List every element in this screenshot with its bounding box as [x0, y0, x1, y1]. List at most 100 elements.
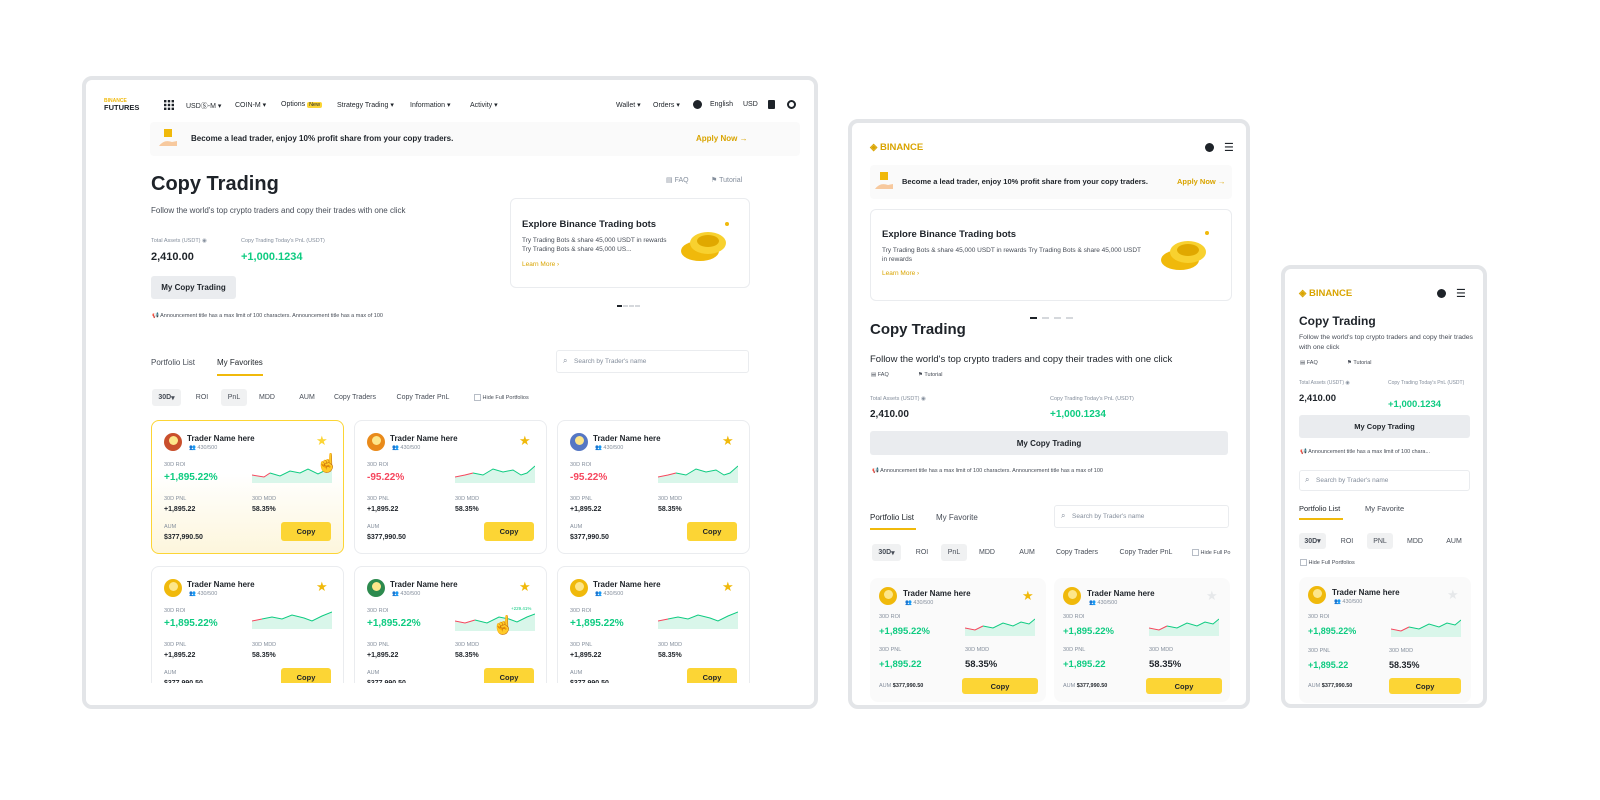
total-assets-label: Total Assets (USDT) ◉ — [1299, 380, 1350, 386]
filter-aum[interactable]: AUM — [1014, 544, 1040, 561]
nav-usdm[interactable]: USDⓈ-M ▾ — [186, 101, 221, 111]
tutorial-link[interactable]: ⚑ Tutorial — [1347, 360, 1372, 366]
copy-button[interactable]: Copy — [962, 678, 1038, 694]
tab-my-favorite[interactable]: My Favorite — [1365, 504, 1404, 513]
copy-button[interactable]: Copy — [484, 522, 534, 541]
binance-logo[interactable]: ◈ BINANCE — [1299, 288, 1352, 299]
search-input[interactable]: ⌕ Search by Trader's name — [556, 350, 749, 373]
trader-count: 👥 430/500 — [1089, 600, 1118, 606]
search-input[interactable]: ⌕ Search by Trader's name — [1299, 470, 1470, 491]
favorite-star-icon[interactable]: ★ — [1022, 588, 1034, 604]
hide-full-checkbox[interactable]: Hide Full Portfolios — [1300, 559, 1355, 566]
search-input[interactable]: ⌕ Search by Trader's name — [1054, 505, 1229, 528]
carousel-dots[interactable] — [1030, 306, 1074, 319]
user-icon[interactable] — [1205, 143, 1214, 152]
trader-card[interactable]: Trader Name here 👥 430/500 ★ 30D ROI +1,… — [151, 566, 344, 700]
filter-copy-traders[interactable]: Copy Traders — [328, 389, 382, 406]
copy-button[interactable]: Copy — [1146, 678, 1222, 694]
filter-mdd[interactable]: MDD — [974, 544, 1000, 561]
aum-value: $377,990.50 — [164, 534, 203, 541]
pnl-label: 30D PNL — [367, 642, 390, 648]
trader-card[interactable]: Trader Name here 👥 430/500 ★ 30D ROI +1,… — [151, 420, 344, 554]
favorite-star-icon[interactable]: ★ — [519, 433, 531, 449]
favorite-star-icon[interactable]: ★ — [1206, 588, 1218, 604]
filter-copy-trader-pnl[interactable]: Copy Trader PnL — [391, 389, 455, 406]
hide-full-checkbox[interactable]: Hide Full Portfolios — [474, 394, 529, 401]
trader-card[interactable]: Trader Name here 👥 430/500 ★ 30D ROI +1,… — [354, 566, 547, 700]
mdd-value: 58.35% — [252, 652, 276, 659]
my-copy-trading-button[interactable]: My Copy Trading — [1299, 415, 1470, 438]
nav-options[interactable]: Options New — [281, 101, 323, 108]
menu-icon[interactable]: ☰ — [1224, 141, 1234, 154]
nav-activity[interactable]: Activity ▾ — [470, 101, 498, 109]
nav-wallet[interactable]: Wallet ▾ — [616, 101, 641, 109]
trader-card[interactable]: Trader Name here 👥 430/500 ★ 30D ROI +1,… — [557, 566, 750, 700]
hide-full-checkbox[interactable]: Hide Full Po — [1192, 549, 1231, 556]
search-placeholder: Search by Trader's name — [1072, 513, 1145, 520]
filter-pnl[interactable]: PnL — [941, 544, 967, 561]
filter-copy-trader-pnl[interactable]: Copy Trader PnL — [1114, 544, 1178, 561]
filter-mdd[interactable]: MDD — [254, 389, 280, 406]
tab-portfolio-list[interactable]: Portfolio List — [870, 513, 914, 522]
apply-now-link[interactable]: Apply Now → — [696, 134, 748, 143]
filter-30d[interactable]: 30D ▾ — [1299, 533, 1326, 549]
filter-aum[interactable]: AUM — [294, 389, 320, 406]
filter-roi[interactable]: ROI — [909, 544, 935, 561]
trader-card[interactable]: Trader Name here 👥 430/500 ★ 30D ROI +1,… — [1299, 577, 1471, 703]
favorite-star-icon[interactable]: ★ — [316, 433, 328, 449]
filter-copy-traders[interactable]: Copy Traders — [1050, 544, 1104, 561]
filter-pnl[interactable]: PnL — [221, 389, 247, 406]
tab-portfolio-list[interactable]: Portfolio List — [151, 358, 195, 367]
favorite-star-icon[interactable]: ★ — [722, 433, 734, 449]
filter-30d[interactable]: 30D ▾ — [152, 389, 181, 406]
nav-orders[interactable]: Orders ▾ — [653, 101, 680, 109]
my-copy-trading-button[interactable]: My Copy Trading — [151, 276, 236, 299]
promo-card[interactable]: Explore Binance Trading bots Try Trading… — [510, 198, 750, 288]
nav-strategy[interactable]: Strategy Trading ▾ — [337, 101, 394, 109]
copy-button[interactable]: Copy — [281, 522, 331, 541]
user-icon[interactable] — [693, 100, 702, 109]
binance-logo[interactable]: ◈ BINANCE — [870, 142, 923, 153]
faq-link[interactable]: ▤ FAQ — [871, 372, 889, 378]
trader-card[interactable]: Trader Name here 👥 430/500 ★ 30D ROI -95… — [354, 420, 547, 554]
nav-currency[interactable]: USD — [743, 101, 758, 108]
nav-language[interactable]: English — [710, 101, 733, 108]
favorite-star-icon[interactable]: ★ — [1447, 587, 1459, 603]
faq-link[interactable]: ▤ FAQ — [1300, 360, 1318, 366]
trader-card[interactable]: Trader Name here 👥 430/500 ★ 30D ROI +1,… — [1054, 578, 1230, 702]
filter-30d[interactable]: 30D ▾ — [872, 544, 901, 561]
filter-aum[interactable]: AUM — [1441, 533, 1467, 549]
copy-button[interactable]: Copy — [1389, 678, 1461, 694]
apply-now-link[interactable]: Apply Now → — [1177, 177, 1225, 186]
tutorial-link[interactable]: ⚑ Tutorial — [711, 176, 742, 184]
promo-card[interactable]: Explore Binance Trading bots Try Trading… — [870, 209, 1232, 301]
apps-grid-icon[interactable] — [164, 100, 174, 110]
user-icon[interactable] — [1437, 289, 1446, 298]
carousel-dots[interactable] — [617, 294, 641, 307]
tab-my-favorites[interactable]: My Favorites — [217, 358, 263, 367]
tab-my-favorite[interactable]: My Favorite — [936, 513, 978, 522]
roi-label: 30D ROI — [1063, 614, 1085, 620]
nav-coinm[interactable]: COIN-M ▾ — [235, 101, 266, 109]
menu-icon[interactable]: ☰ — [1456, 287, 1466, 300]
copy-button[interactable]: Copy — [687, 522, 737, 541]
filter-roi[interactable]: ROI — [1335, 533, 1359, 549]
tutorial-link[interactable]: ⚑ Tutorial — [918, 372, 943, 378]
learn-more-link[interactable]: Learn More › — [882, 270, 919, 277]
settings-icon[interactable] — [787, 100, 796, 109]
favorite-star-icon[interactable]: ★ — [722, 579, 734, 595]
filter-pnl[interactable]: PNL — [1367, 533, 1393, 549]
nav-information[interactable]: Information ▾ — [410, 101, 451, 109]
trader-card[interactable]: Trader Name here 👥 430/500 ★ 30D ROI -95… — [557, 420, 750, 554]
learn-more-link[interactable]: Learn More › — [522, 261, 559, 268]
filter-mdd[interactable]: MDD — [1402, 533, 1428, 549]
faq-link[interactable]: ▤ FAQ — [666, 176, 689, 184]
favorite-star-icon[interactable]: ★ — [316, 579, 328, 595]
futures-logo[interactable]: BINANCE FUTURES — [104, 98, 154, 112]
trader-card[interactable]: Trader Name here 👥 430/500 ★ 30D ROI +1,… — [870, 578, 1046, 702]
my-copy-trading-button[interactable]: My Copy Trading — [870, 431, 1228, 455]
favorite-star-icon[interactable]: ★ — [519, 579, 531, 595]
download-icon[interactable] — [768, 100, 775, 109]
filter-roi[interactable]: ROI — [189, 389, 215, 406]
tab-portfolio-list[interactable]: Portfolio List — [1299, 504, 1340, 513]
